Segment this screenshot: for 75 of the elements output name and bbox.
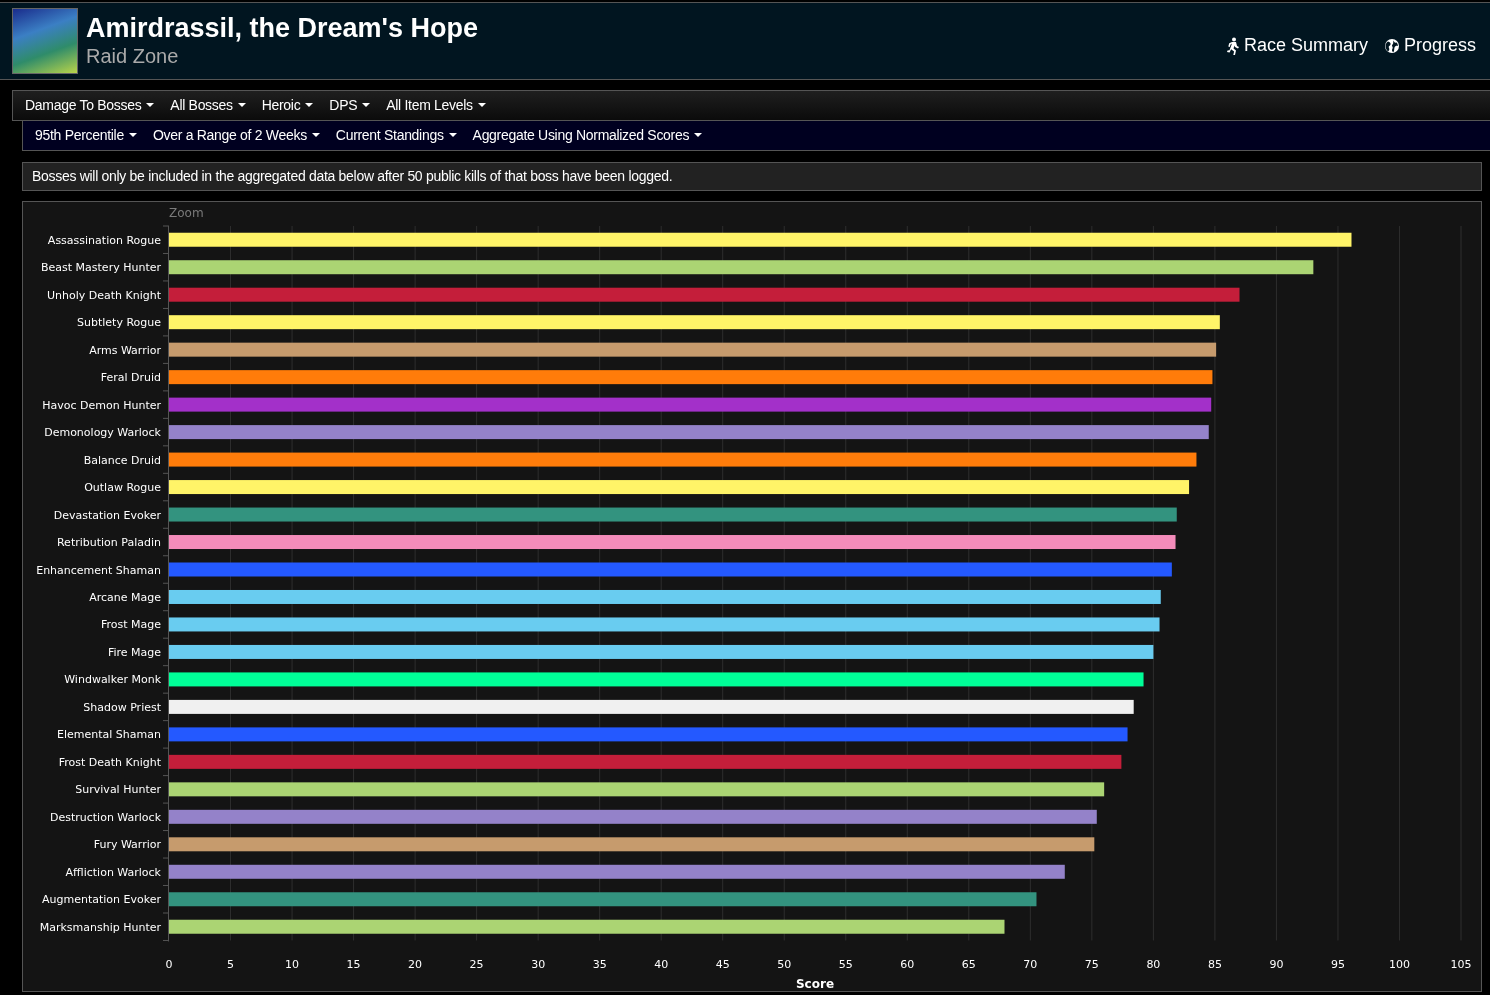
- nav-link[interactable]: Progress: [1383, 32, 1476, 59]
- score-bar[interactable]: [169, 315, 1220, 330]
- axis-category-label: Assassination Rogue: [47, 233, 161, 247]
- axis-tick-label: 5: [227, 958, 234, 972]
- axis-category-label: Devastation Evoker: [53, 508, 161, 522]
- axis-category-label: Unholy Death Knight: [46, 288, 161, 302]
- axis-tick-label: 15: [346, 958, 361, 972]
- axis-category-label: Feral Druid: [100, 371, 161, 385]
- notice-text: Bosses will only be included in the aggregated data below after 50 public kills of that boss have been logged.: [22, 162, 1482, 191]
- axis-category-label: Affliction Warlock: [65, 865, 161, 879]
- raid-thumbnail: [12, 8, 78, 74]
- score-bar[interactable]: [169, 260, 1314, 275]
- axis-tick-label: 35: [592, 958, 607, 972]
- axis-category-label: Frost Mage: [100, 618, 161, 632]
- filter-dropdown[interactable]: Damage To Bosses: [17, 91, 163, 120]
- running-person-icon: [1225, 36, 1240, 55]
- axis-tick-label: 40: [654, 958, 669, 972]
- axis-tick-label: 100: [1389, 958, 1410, 972]
- score-bar[interactable]: [169, 480, 1190, 495]
- nav-link[interactable]: Race Summary: [1225, 32, 1368, 59]
- axis-tick-label: 80: [1146, 958, 1161, 972]
- axis-category-label: Shadow Priest: [83, 700, 161, 714]
- filter-dropdown[interactable]: Current Standings: [327, 121, 465, 150]
- filter-dropdown[interactable]: All Bosses: [162, 91, 254, 120]
- axis-category-label: Arcane Mage: [89, 591, 161, 604]
- axis-tick-label: 70: [1023, 958, 1038, 972]
- score-bar[interactable]: [169, 232, 1352, 247]
- axis-category-label: Enhancement Shaman: [36, 563, 161, 577]
- axis-category-label: Augmentation Evoker: [42, 893, 161, 907]
- axis-category-label: Marksmanship Hunter: [39, 920, 161, 934]
- score-bar[interactable]: [169, 919, 1005, 934]
- filter-dropdown[interactable]: DPS: [321, 91, 379, 120]
- zoom-label[interactable]: Zoom: [169, 206, 204, 220]
- axis-category-label: Destruction Warlock: [49, 810, 161, 824]
- axis-tick-label: 65: [961, 958, 976, 972]
- axis-tick-label: 75: [1084, 958, 1099, 972]
- axis-tick-label: 90: [1269, 958, 1284, 972]
- axis-category-label: Elemental Shaman: [57, 728, 161, 742]
- axis-category-label: Windwalker Monk: [64, 673, 161, 687]
- score-bar[interactable]: [169, 699, 1134, 714]
- axis-category-label: Survival Hunter: [75, 783, 161, 797]
- axis-tick-label: 55: [838, 958, 853, 972]
- axis-tick-label: 0: [165, 958, 173, 972]
- axis-tick-label: 95: [1330, 958, 1345, 972]
- axis-category-label: Balance Druid: [83, 453, 161, 467]
- axis-tick-label: 60: [900, 958, 915, 972]
- filter-dropdown[interactable]: Over a Range of 2 Weeks: [144, 121, 328, 150]
- score-bar[interactable]: [169, 644, 1154, 659]
- score-bar[interactable]: [169, 370, 1213, 385]
- axis-tick-label: 45: [715, 958, 730, 972]
- axis-tick-label: 30: [531, 958, 546, 972]
- axis-category-label: Beast Mastery Hunter: [41, 261, 161, 275]
- filter-dropdown[interactable]: Heroic: [253, 91, 322, 120]
- axis-tick-label: 25: [469, 958, 484, 972]
- axis-title: Score: [795, 977, 835, 991]
- page-title: Amirdrassil, the Dream's Hope: [86, 14, 480, 44]
- filter-dropdown[interactable]: All Item Levels: [378, 91, 494, 120]
- axis-category-label: Subtlety Rogue: [77, 316, 161, 330]
- axis-tick-label: 105: [1450, 958, 1472, 972]
- axis-tick-label: 85: [1207, 958, 1222, 972]
- axis-category-label: Fire Mage: [107, 645, 161, 659]
- page-subtitle: Raid Zone: [86, 43, 180, 68]
- axis-category-label: Demonology Warlock: [44, 426, 161, 440]
- axis-category-label: Frost Death Knight: [58, 755, 161, 769]
- axis-tick-label: 10: [285, 958, 300, 972]
- axis-tick-label: 20: [408, 958, 423, 972]
- axis-category-label: Outlaw Rogue: [84, 481, 161, 495]
- axis-category-label: Retribution Paladin: [56, 536, 161, 549]
- filter-dropdown[interactable]: 95th Percentile: [27, 121, 145, 150]
- filter-dropdown[interactable]: Aggregate Using Normalized Scores: [464, 121, 711, 150]
- axis-category-label: Arms Warrior: [89, 343, 161, 357]
- axis-tick-label: 50: [777, 958, 792, 972]
- axis-category-label: Fury Warrior: [93, 838, 161, 852]
- axis-category-label: Havoc Demon Hunter: [42, 398, 161, 412]
- globe-icon: [1383, 37, 1400, 54]
